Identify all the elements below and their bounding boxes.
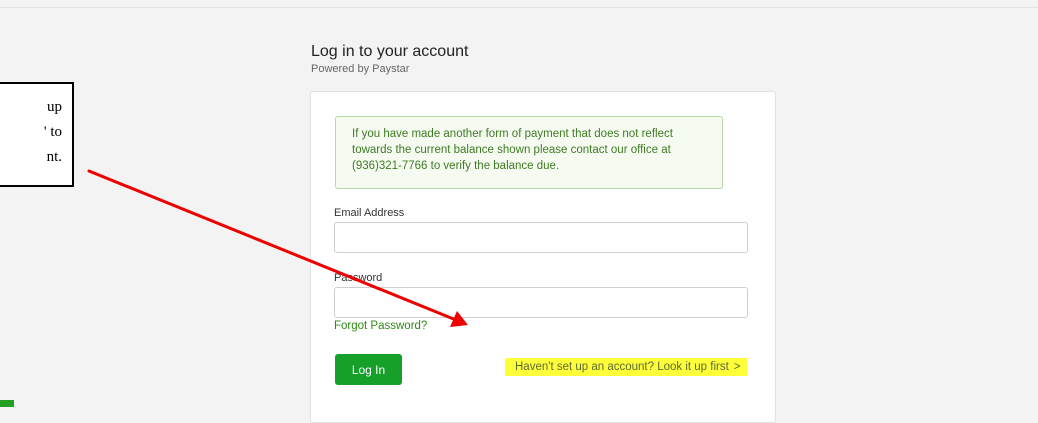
login-card: If you have made another form of payment… [310, 91, 776, 423]
password-field[interactable] [334, 287, 748, 318]
email-label: Email Address [334, 207, 405, 219]
callout-line: ' to [43, 124, 62, 140]
green-corner-mark [0, 400, 14, 407]
top-divider [0, 7, 1038, 8]
forgot-password-link[interactable]: Forgot Password? [334, 320, 427, 332]
page-title: Log in to your account [311, 43, 469, 60]
chevron-right-icon: > [733, 361, 741, 373]
password-label: Password [334, 272, 383, 284]
lookup-account-link[interactable]: Haven't set up an account? Look it up fi… [505, 358, 747, 376]
page-subtitle: Powered by Paystar [311, 63, 410, 75]
annotation-callout: up ' to nt. [0, 82, 74, 187]
callout-line: nt. [46, 149, 62, 165]
balance-notice: If you have made another form of payment… [335, 116, 723, 189]
email-field[interactable] [334, 222, 748, 253]
lookup-account-label: Haven't set up an account? Look it up fi… [515, 361, 729, 373]
login-button[interactable]: Log In [335, 354, 402, 385]
callout-line: up [47, 99, 62, 115]
